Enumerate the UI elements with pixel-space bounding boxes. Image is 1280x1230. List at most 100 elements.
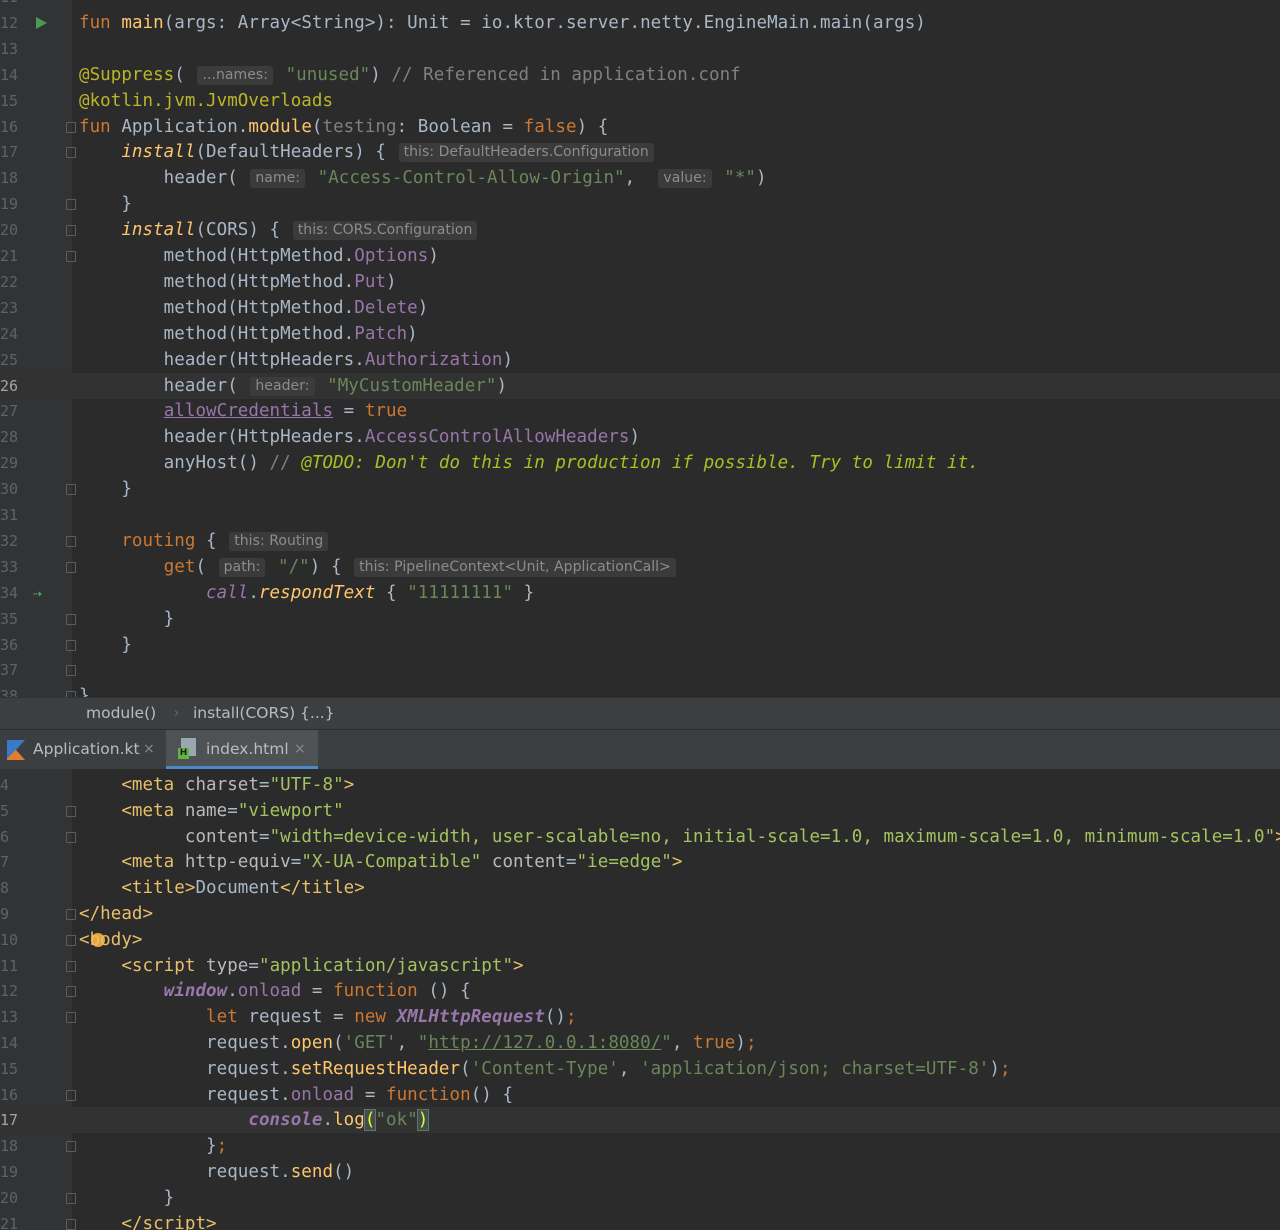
code-line[interactable]: 34 ⇢ call.respondText { "11111111" } (0, 580, 1280, 606)
code-line[interactable]: 20 } (0, 1185, 1280, 1211)
line-number[interactable]: 22 (0, 269, 22, 295)
code-line[interactable]: 22 method(HttpMethod.Put) (0, 269, 1280, 295)
line-number[interactable]: 32 (0, 528, 22, 554)
line-number[interactable]: 24 (0, 321, 22, 347)
line-number[interactable]: 28 (0, 424, 22, 450)
line-number[interactable]: 37 (0, 657, 22, 683)
code-text[interactable]: call.respondText { "11111111" } (79, 580, 534, 606)
code-line[interactable]: 19 request.send() (0, 1159, 1280, 1185)
code-line[interactable]: 20 install(CORS) { this: CORS.Configurat… (0, 217, 1280, 243)
code-text[interactable]: header( header: "MyCustomHeader") (79, 373, 507, 399)
code-line[interactable]: 4 <meta charset="UTF-8"> (0, 772, 1280, 798)
editor-application-kt[interactable]: 1112 fun main(args: Array<String>): Unit … (0, 0, 1280, 697)
code-line[interactable]: 28 header(HttpHeaders.AccessControlAllow… (0, 424, 1280, 450)
code-text[interactable]: header(HttpHeaders.Authorization) (79, 347, 513, 373)
code-text[interactable]: install(DefaultHeaders) { this: DefaultH… (79, 139, 656, 165)
fold-marker-icon[interactable] (66, 121, 76, 133)
code-line[interactable]: 18 header( name: "Access-Control-Allow-O… (0, 165, 1280, 191)
code-line[interactable]: 25 header(HttpHeaders.Authorization) (0, 347, 1280, 373)
line-number[interactable]: 14 (0, 62, 22, 88)
fold-marker-icon[interactable] (66, 639, 76, 651)
line-number[interactable]: 17 (0, 1107, 22, 1133)
code-line[interactable]: 13 (0, 36, 1280, 62)
fold-marker-icon[interactable] (66, 225, 76, 237)
line-number[interactable]: 16 (0, 114, 22, 140)
code-line[interactable]: 14 @Suppress( ...names: "unused") // Refe… (0, 62, 1280, 88)
code-text[interactable]: method(HttpMethod.Put) (79, 269, 397, 295)
code-text[interactable]: } (79, 476, 132, 502)
navigate-route-icon[interactable]: ⇢ (33, 585, 42, 600)
code-text[interactable]: </head> (79, 901, 153, 927)
code-line[interactable]: 12 fun main(args: Array<String>): Unit = … (0, 10, 1280, 36)
line-number[interactable]: 21 (0, 1211, 22, 1230)
code-line[interactable]: 36 } (0, 632, 1280, 658)
fold-marker-icon[interactable] (66, 1218, 76, 1230)
line-number[interactable]: 34 (0, 580, 22, 606)
code-line[interactable]: 13 let request = new XMLHttpRequest(); (0, 1004, 1280, 1030)
fold-marker-icon[interactable] (66, 613, 76, 625)
line-number[interactable]: 10 (0, 927, 22, 953)
line-number[interactable]: 12 (0, 10, 22, 36)
editor-index-html[interactable]: 4 <meta charset="UTF-8"> 5 <meta name="vi… (0, 769, 1280, 1230)
code-line[interactable]: 5 <meta name="viewport" (0, 798, 1280, 824)
line-number[interactable]: 23 (0, 295, 22, 321)
fold-marker-icon[interactable] (66, 561, 76, 573)
fold-marker-icon[interactable] (66, 535, 76, 547)
fold-marker-icon[interactable] (66, 934, 76, 946)
code-line[interactable]: 12 window.onload = function () { (0, 978, 1280, 1004)
tab-index-html[interactable]: H index.html × (166, 730, 318, 769)
code-text[interactable]: let request = new XMLHttpRequest(); (79, 1004, 577, 1030)
code-line[interactable]: 11 <script type="application/javascript"… (0, 953, 1280, 979)
fold-marker-icon[interactable] (66, 960, 76, 972)
line-number[interactable]: 8 (0, 875, 22, 901)
fold-marker-icon[interactable] (66, 831, 76, 843)
code-line[interactable]: 11 (0, 0, 1280, 10)
code-text[interactable]: allowCredentials = true (79, 398, 407, 424)
code-text[interactable]: method(HttpMethod.Patch) (79, 321, 418, 347)
line-number[interactable]: 11 (0, 953, 22, 979)
code-text[interactable]: <body> (79, 927, 143, 953)
breadcrumb-item-module[interactable]: module() (86, 698, 156, 729)
line-number[interactable]: 11 (0, 0, 22, 10)
line-number[interactable]: 30 (0, 476, 22, 502)
close-icon[interactable]: × (143, 730, 155, 768)
line-number[interactable]: 15 (0, 1056, 22, 1082)
code-text[interactable]: <title>Document</title> (79, 875, 365, 901)
fold-marker-icon[interactable] (66, 484, 76, 496)
line-number[interactable]: 38 (0, 683, 22, 697)
line-number[interactable]: 20 (0, 217, 22, 243)
line-number[interactable]: 20 (0, 1185, 22, 1211)
code-line[interactable]: 16 fun Application.module(testing: Boolea… (0, 114, 1280, 140)
fold-marker-icon[interactable] (66, 1012, 76, 1024)
line-number[interactable]: 14 (0, 1030, 22, 1056)
code-line[interactable]: 24 method(HttpMethod.Patch) (0, 321, 1280, 347)
code-line[interactable]: 27 allowCredentials = true (0, 398, 1280, 424)
code-text[interactable]: <meta http-equiv="X-UA-Compatible" conte… (79, 849, 682, 875)
line-number[interactable]: 16 (0, 1082, 22, 1108)
line-number[interactable]: 13 (0, 1004, 22, 1030)
code-line[interactable]: 21 method(HttpMethod.Options) (0, 243, 1280, 269)
code-text[interactable]: </script> (79, 1211, 217, 1230)
code-line[interactable]: 10 <body> (0, 927, 1280, 953)
fold-marker-icon[interactable] (66, 1141, 76, 1153)
fold-marker-icon[interactable] (66, 986, 76, 998)
code-line[interactable]: 17 console.log("ok") (0, 1107, 1280, 1134)
line-number[interactable]: 5 (0, 798, 22, 824)
line-number[interactable]: 19 (0, 191, 22, 217)
code-text[interactable]: fun Application.module(testing: Boolean … (79, 114, 608, 140)
fold-marker-icon[interactable] (66, 147, 76, 159)
tab-application-kt[interactable]: Application.kt × (0, 730, 165, 769)
line-number[interactable]: 18 (0, 165, 22, 191)
code-line[interactable]: 15 @kotlin.jvm.JvmOverloads (0, 88, 1280, 114)
code-text[interactable]: } (79, 683, 90, 697)
line-number[interactable]: 18 (0, 1133, 22, 1159)
code-line[interactable]: 14 request.open('GET', "http://127.0.0.1… (0, 1030, 1280, 1056)
code-line[interactable]: 8 <title>Document</title> (0, 875, 1280, 901)
run-icon[interactable] (36, 16, 47, 29)
code-text[interactable]: get( path: "/") { this: PipelineContext<… (79, 554, 678, 580)
code-text[interactable]: console.log("ok") (79, 1107, 430, 1133)
code-text[interactable]: @kotlin.jvm.JvmOverloads (79, 88, 333, 114)
code-text[interactable]: request.send() (79, 1159, 354, 1185)
code-text[interactable]: window.onload = function () { (79, 978, 471, 1004)
code-line[interactable]: 38} (0, 683, 1280, 697)
